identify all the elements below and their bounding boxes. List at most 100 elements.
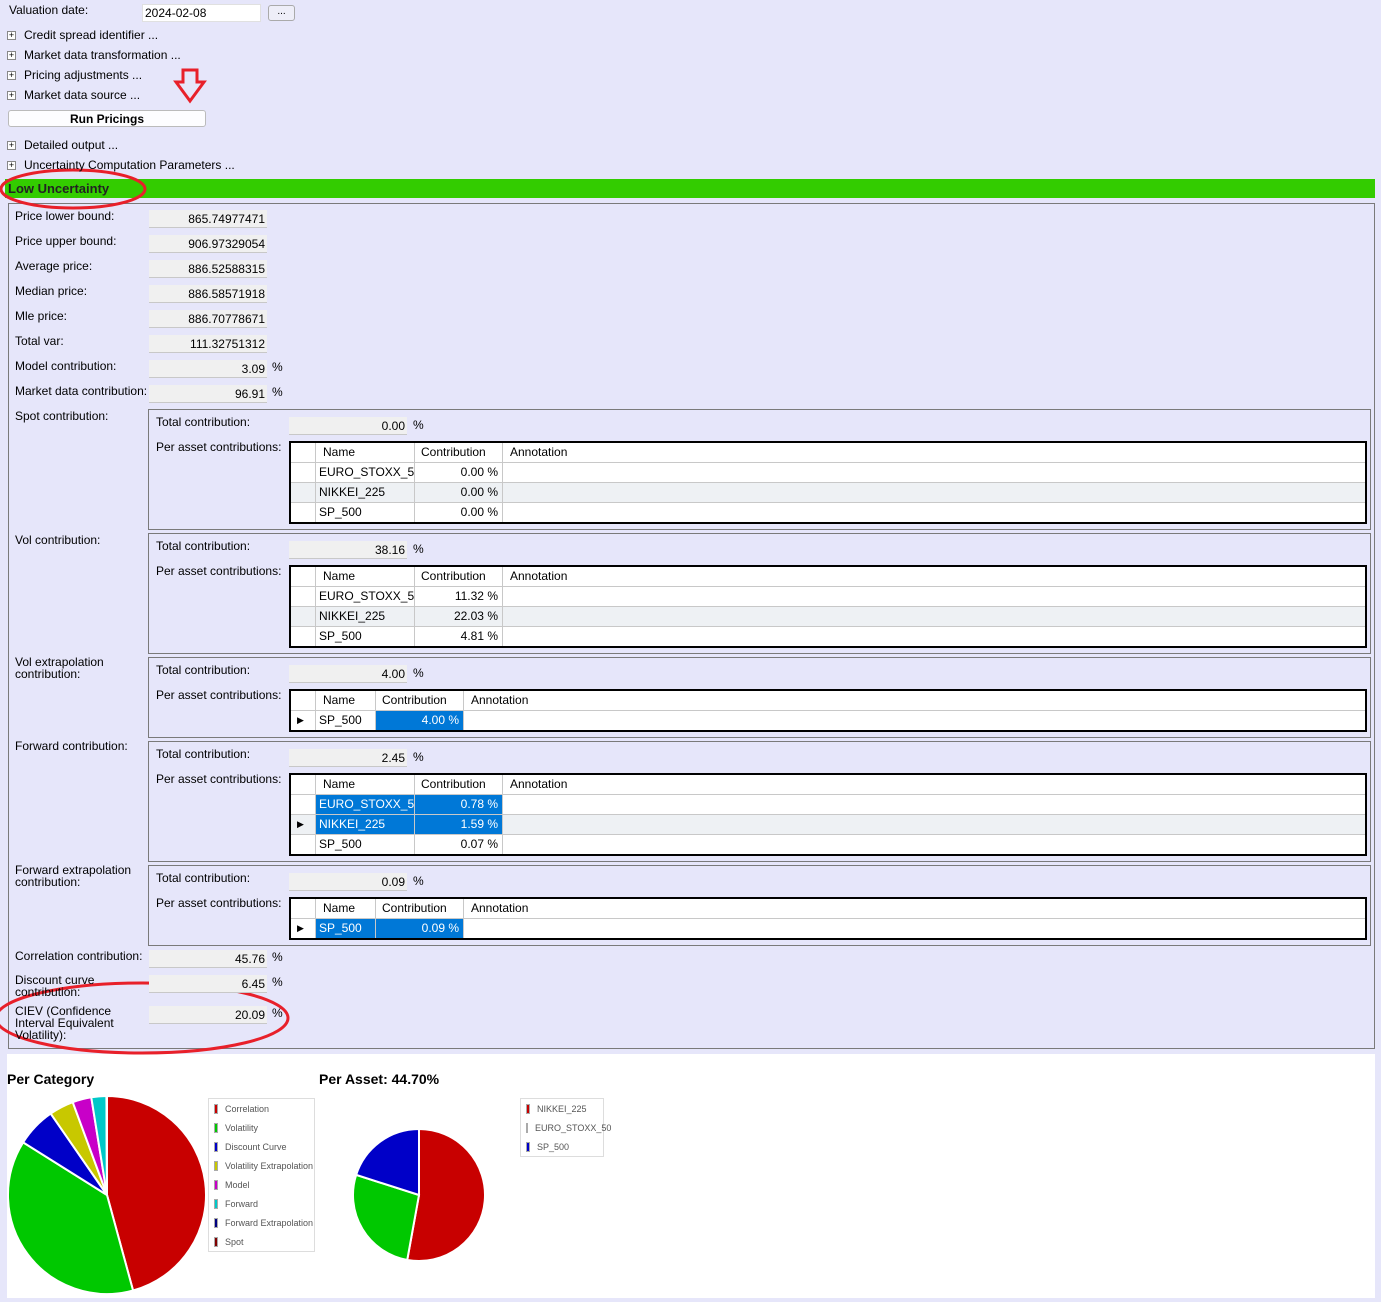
cell-name[interactable]: NIKKEI_225 [315, 483, 414, 502]
cell-annotation[interactable] [463, 711, 1365, 730]
uncertainty-status-label: Low Uncertainty [8, 181, 110, 196]
row-header-corner [291, 443, 315, 462]
grid-row[interactable]: ▶ SP_500 4.00 % [291, 710, 1365, 730]
tail-result-1-unit: % [272, 975, 283, 989]
column-header-contribution[interactable]: Contribution [414, 775, 502, 794]
cell-name[interactable]: SP_500 [315, 711, 375, 730]
row-header[interactable] [291, 607, 315, 626]
grid-row[interactable]: EURO_STOXX_50 0.00 % [291, 462, 1365, 482]
current-row-arrow-icon[interactable]: ▶ [291, 919, 315, 938]
expander-credit-spread-identifier[interactable]: + Credit spread identifier ... [7, 28, 158, 42]
cell-contribution[interactable]: 0.00 % [414, 463, 502, 482]
legend-swatch [526, 1141, 530, 1152]
cell-annotation[interactable] [502, 627, 1365, 646]
cell-name[interactable]: NIKKEI_225 [315, 607, 414, 626]
expand-plus-icon[interactable]: + [7, 161, 16, 170]
expand-plus-icon[interactable]: + [7, 141, 16, 150]
expander-detailed-output[interactable]: + Detailed output ... [7, 138, 118, 152]
cell-name[interactable]: NIKKEI_225 [315, 815, 414, 834]
cell-annotation[interactable] [502, 835, 1365, 854]
column-header-contribution[interactable]: Contribution [375, 899, 463, 918]
column-header-annotation[interactable]: Annotation [502, 775, 1365, 794]
total-unit: % [413, 874, 424, 888]
cell-contribution[interactable]: 1.59 % [414, 815, 502, 834]
legend-label: Forward Extrapolation [225, 1217, 314, 1228]
cell-contribution[interactable]: 0.09 % [375, 919, 463, 938]
cell-annotation[interactable] [502, 607, 1365, 626]
expand-plus-icon[interactable]: + [7, 51, 16, 60]
legend-swatch [214, 1141, 218, 1152]
cell-annotation[interactable] [502, 587, 1365, 606]
expander-market-data-source[interactable]: + Market data source ... [7, 88, 140, 102]
grid-row[interactable]: ▶ SP_500 0.09 % [291, 918, 1365, 938]
row-header[interactable] [291, 463, 315, 482]
cell-annotation[interactable] [502, 483, 1365, 502]
cell-name[interactable]: SP_500 [315, 503, 414, 522]
legend-item: SP_500 [521, 1137, 603, 1156]
cell-annotation[interactable] [463, 919, 1365, 938]
expander-market-data-transformation[interactable]: + Market data transformation ... [7, 48, 181, 62]
cell-name[interactable]: EURO_STOXX_50 [315, 463, 414, 482]
per-asset-label: Per asset contributions: [156, 688, 282, 702]
row-header[interactable] [291, 795, 315, 814]
expander-pricing-adjustments[interactable]: + Pricing adjustments ... [7, 68, 142, 82]
row-header[interactable] [291, 627, 315, 646]
expand-plus-icon[interactable]: + [7, 91, 16, 100]
run-pricings-button[interactable]: Run Pricings [8, 110, 206, 127]
row-header[interactable] [291, 587, 315, 606]
column-header-name[interactable]: Name [315, 567, 414, 586]
cell-name[interactable]: SP_500 [315, 919, 375, 938]
cell-contribution[interactable]: 0.07 % [414, 835, 502, 854]
current-row-arrow-icon[interactable]: ▶ [291, 815, 315, 834]
cell-contribution[interactable]: 0.78 % [414, 795, 502, 814]
grid-row[interactable]: SP_500 0.07 % [291, 834, 1365, 854]
cell-contribution[interactable]: 4.81 % [414, 627, 502, 646]
column-header-contribution[interactable]: Contribution [375, 691, 463, 710]
cell-contribution[interactable]: 0.00 % [414, 483, 502, 502]
column-header-annotation[interactable]: Annotation [502, 567, 1365, 586]
row-header[interactable] [291, 503, 315, 522]
cell-annotation[interactable] [502, 463, 1365, 482]
cell-name[interactable]: EURO_STOXX_50 [315, 795, 414, 814]
column-header-name[interactable]: Name [315, 443, 414, 462]
cell-name[interactable]: SP_500 [315, 835, 414, 854]
cell-contribution[interactable]: 11.32 % [414, 587, 502, 606]
cell-contribution[interactable]: 22.03 % [414, 607, 502, 626]
column-header-annotation[interactable]: Annotation [502, 443, 1365, 462]
expander-uncertainty-computation-parameters[interactable]: + Uncertainty Computation Parameters ... [7, 158, 235, 172]
grid-header: Name Contribution Annotation [291, 691, 1365, 710]
grid-row[interactable]: EURO_STOXX_50 0.78 % [291, 794, 1365, 814]
total-unit: % [413, 418, 424, 432]
expand-plus-icon[interactable]: + [7, 31, 16, 40]
column-header-name[interactable]: Name [315, 691, 375, 710]
grid-row[interactable]: SP_500 4.81 % [291, 626, 1365, 646]
cell-name[interactable]: SP_500 [315, 627, 414, 646]
column-header-name[interactable]: Name [315, 899, 375, 918]
cell-contribution[interactable]: 0.00 % [414, 503, 502, 522]
row-header[interactable] [291, 483, 315, 502]
cell-annotation[interactable] [502, 503, 1365, 522]
result-6-field: 3.09 [149, 360, 267, 378]
cell-name[interactable]: EURO_STOXX_50 [315, 587, 414, 606]
row-header[interactable] [291, 835, 315, 854]
total-contribution-label: Total contribution: [156, 747, 251, 761]
column-header-annotation[interactable]: Annotation [463, 899, 1365, 918]
cell-annotation[interactable] [502, 815, 1365, 834]
grid-row[interactable]: NIKKEI_225 0.00 % [291, 482, 1365, 502]
cell-annotation[interactable] [502, 795, 1365, 814]
date-picker-button[interactable]: ... [268, 5, 295, 21]
grid-row[interactable]: EURO_STOXX_50 11.32 % [291, 586, 1365, 606]
grid-row[interactable]: SP_500 0.00 % [291, 502, 1365, 522]
valuation-date-input[interactable] [142, 4, 261, 22]
column-header-contribution[interactable]: Contribution [414, 443, 502, 462]
column-header-contribution[interactable]: Contribution [414, 567, 502, 586]
grid-row[interactable]: ▶ NIKKEI_225 1.59 % [291, 814, 1365, 834]
expand-plus-icon[interactable]: + [7, 71, 16, 80]
column-header-name[interactable]: Name [315, 775, 414, 794]
total-unit: % [413, 542, 424, 556]
current-row-arrow-icon[interactable]: ▶ [291, 711, 315, 730]
grid-header: Name Contribution Annotation [291, 775, 1365, 794]
grid-row[interactable]: NIKKEI_225 22.03 % [291, 606, 1365, 626]
cell-contribution[interactable]: 4.00 % [375, 711, 463, 730]
column-header-annotation[interactable]: Annotation [463, 691, 1365, 710]
